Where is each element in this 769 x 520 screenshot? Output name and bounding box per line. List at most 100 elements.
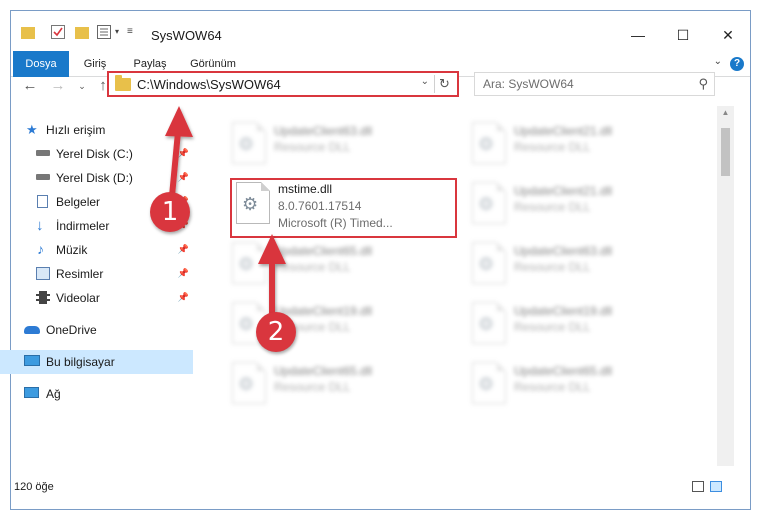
tab-file[interactable]: Dosya bbox=[13, 51, 69, 77]
scroll-up-icon[interactable]: ▲ bbox=[717, 108, 734, 117]
folder-icon bbox=[115, 75, 131, 91]
title-bar: ▾ ≡ SysWOW64 — ☐ ✕ bbox=[11, 11, 750, 51]
sidebar-item-label: Resimler bbox=[56, 267, 104, 281]
file-type: Resource DLL bbox=[274, 380, 351, 394]
sidebar-item-label: Müzik bbox=[56, 243, 88, 257]
dll-file-icon: ⚙ bbox=[472, 122, 506, 164]
sidebar-item-videos[interactable]: Videolar 📌 bbox=[0, 286, 193, 310]
maximize-button[interactable]: ☐ bbox=[661, 19, 705, 51]
pictures-icon bbox=[36, 267, 50, 280]
download-icon: ↓ bbox=[36, 217, 44, 234]
list-item[interactable]: ⚙ UpdateClient63.dll Resource DLL bbox=[462, 238, 682, 294]
dll-file-icon: ⚙ bbox=[232, 242, 266, 284]
dropdown-icon[interactable]: ≡ bbox=[127, 26, 141, 40]
search-placeholder: Ara: SysWOW64 bbox=[483, 77, 574, 91]
sidebar-item-network[interactable]: Ağ bbox=[0, 382, 193, 406]
file-name: UpdateClient63.dll bbox=[274, 124, 373, 138]
file-type: Resource DLL bbox=[514, 380, 591, 394]
sidebar-item-label: OneDrive bbox=[46, 323, 97, 337]
chevron-down-icon[interactable]: ⌄ bbox=[714, 56, 722, 67]
address-bar[interactable]: C:\Windows\SysWOW64 ⌄ ↻ bbox=[107, 71, 459, 97]
drive-icon bbox=[36, 150, 50, 156]
dll-file-icon: ⚙ bbox=[472, 182, 506, 224]
film-icon bbox=[36, 291, 50, 304]
new-folder-icon[interactable] bbox=[75, 27, 89, 39]
window-title: SysWOW64 bbox=[151, 28, 222, 43]
file-name: UpdateClient63.dll bbox=[514, 244, 613, 258]
list-item[interactable]: ⚙ UpdateClient19.dll Resource DLL bbox=[222, 298, 442, 354]
properties-icon[interactable] bbox=[51, 25, 65, 39]
computer-icon bbox=[24, 355, 40, 366]
chevron-down-icon[interactable]: ⌄ bbox=[421, 76, 429, 87]
search-icon[interactable]: ⚲ bbox=[698, 76, 708, 92]
close-button[interactable]: ✕ bbox=[706, 19, 750, 51]
scrollbar-thumb[interactable] bbox=[721, 128, 730, 176]
sidebar-item-pictures[interactable]: Resimler 📌 bbox=[0, 262, 193, 286]
back-arrow-icon[interactable]: ← bbox=[20, 76, 40, 96]
sidebar-item-label: Belgeler bbox=[56, 195, 101, 209]
pin-icon[interactable]: 📌 bbox=[178, 292, 189, 303]
file-name: UpdateClient21.dll bbox=[514, 184, 613, 198]
folder-icon bbox=[21, 27, 35, 39]
pin-icon[interactable]: 📌 bbox=[178, 172, 189, 183]
sidebar-item-label: Videolar bbox=[56, 291, 100, 305]
pin-icon[interactable]: 📌 bbox=[178, 268, 189, 279]
sidebar-item-this-pc[interactable]: Bu bilgisayar bbox=[0, 350, 193, 374]
music-icon: ♪ bbox=[37, 241, 44, 257]
network-icon bbox=[24, 387, 39, 398]
customize-toolbar-icon[interactable] bbox=[97, 25, 111, 39]
sidebar-item-local-disk-c[interactable]: Yerel Disk (C:) 📌 bbox=[0, 142, 193, 166]
help-icon[interactable]: ? bbox=[730, 57, 744, 71]
file-type: Resource DLL bbox=[514, 260, 591, 274]
selection-highlight bbox=[230, 178, 457, 238]
recent-locations-icon[interactable]: ⌄ bbox=[72, 76, 92, 96]
forward-arrow-icon[interactable]: → bbox=[48, 76, 68, 96]
sidebar-item-label: Bu bilgisayar bbox=[46, 355, 115, 369]
file-type: Resource DLL bbox=[274, 260, 351, 274]
file-type: Resource DLL bbox=[514, 200, 591, 214]
list-item[interactable]: ⚙ UpdateClient63.dll Resource DLL bbox=[222, 118, 442, 174]
list-item[interactable]: ⚙ UpdateClient19.dll Resource DLL bbox=[462, 298, 682, 354]
list-item[interactable]: ⚙ UpdateClient21.dll Resource DLL bbox=[462, 118, 682, 174]
dll-file-icon: ⚙ bbox=[472, 362, 506, 404]
sidebar-item-label: Yerel Disk (D:) bbox=[56, 171, 133, 185]
file-name: UpdateClient65.dll bbox=[274, 244, 373, 258]
file-name: UpdateClient65.dll bbox=[274, 364, 373, 378]
dll-file-icon: ⚙ bbox=[472, 302, 506, 344]
list-item[interactable]: ⚙ UpdateClient21.dll Resource DLL bbox=[462, 178, 682, 234]
refresh-icon[interactable]: ↻ bbox=[434, 75, 454, 93]
file-name: UpdateClient65.dll bbox=[514, 364, 613, 378]
step-badge-2: 2 bbox=[256, 312, 296, 352]
sidebar-item-label: Yerel Disk (C:) bbox=[56, 147, 133, 161]
navigation-pane: ★ Hızlı erişim Yerel Disk (C:) 📌 Yerel D… bbox=[0, 106, 195, 466]
step-badge-1: 1 bbox=[150, 192, 190, 232]
address-path[interactable]: C:\Windows\SysWOW64 bbox=[137, 77, 281, 92]
vertical-scrollbar[interactable]: ▲ bbox=[717, 106, 734, 466]
sidebar-item-music[interactable]: ♪ Müzik 📌 bbox=[0, 238, 193, 262]
sidebar-item-label: İndirmeler bbox=[56, 219, 110, 233]
file-type: Resource DLL bbox=[274, 140, 351, 154]
list-item[interactable]: ⚙ UpdateClient65.dll Resource DLL bbox=[222, 238, 442, 294]
pin-icon[interactable]: 📌 bbox=[178, 244, 189, 255]
dll-file-icon: ⚙ bbox=[472, 242, 506, 284]
star-icon: ★ bbox=[26, 122, 38, 137]
list-item[interactable]: ⚙ UpdateClient65.dll Resource DLL bbox=[462, 358, 682, 414]
sidebar-item-quick-access[interactable]: ★ Hızlı erişim bbox=[0, 118, 193, 142]
file-name: UpdateClient19.dll bbox=[514, 304, 613, 318]
drive-icon bbox=[36, 174, 50, 180]
list-item[interactable]: ⚙ UpdateClient65.dll Resource DLL bbox=[222, 358, 442, 414]
file-name: UpdateClient21.dll bbox=[514, 124, 613, 138]
dll-file-icon: ⚙ bbox=[232, 122, 266, 164]
large-icons-view-icon[interactable] bbox=[710, 481, 722, 492]
file-type: Resource DLL bbox=[514, 140, 591, 154]
search-input[interactable]: Ara: SysWOW64 ⚲ bbox=[474, 72, 715, 96]
sidebar-item-local-disk-d[interactable]: Yerel Disk (D:) 📌 bbox=[0, 166, 193, 190]
dll-file-icon: ⚙ bbox=[232, 362, 266, 404]
status-item-count: 120 öğe bbox=[14, 481, 54, 493]
details-view-icon[interactable] bbox=[692, 481, 704, 492]
file-type: Resource DLL bbox=[514, 320, 591, 334]
pin-icon[interactable]: 📌 bbox=[178, 148, 189, 159]
sidebar-item-label: Ağ bbox=[46, 387, 61, 401]
minimize-button[interactable]: — bbox=[616, 19, 660, 51]
sidebar-item-onedrive[interactable]: OneDrive bbox=[0, 318, 193, 342]
